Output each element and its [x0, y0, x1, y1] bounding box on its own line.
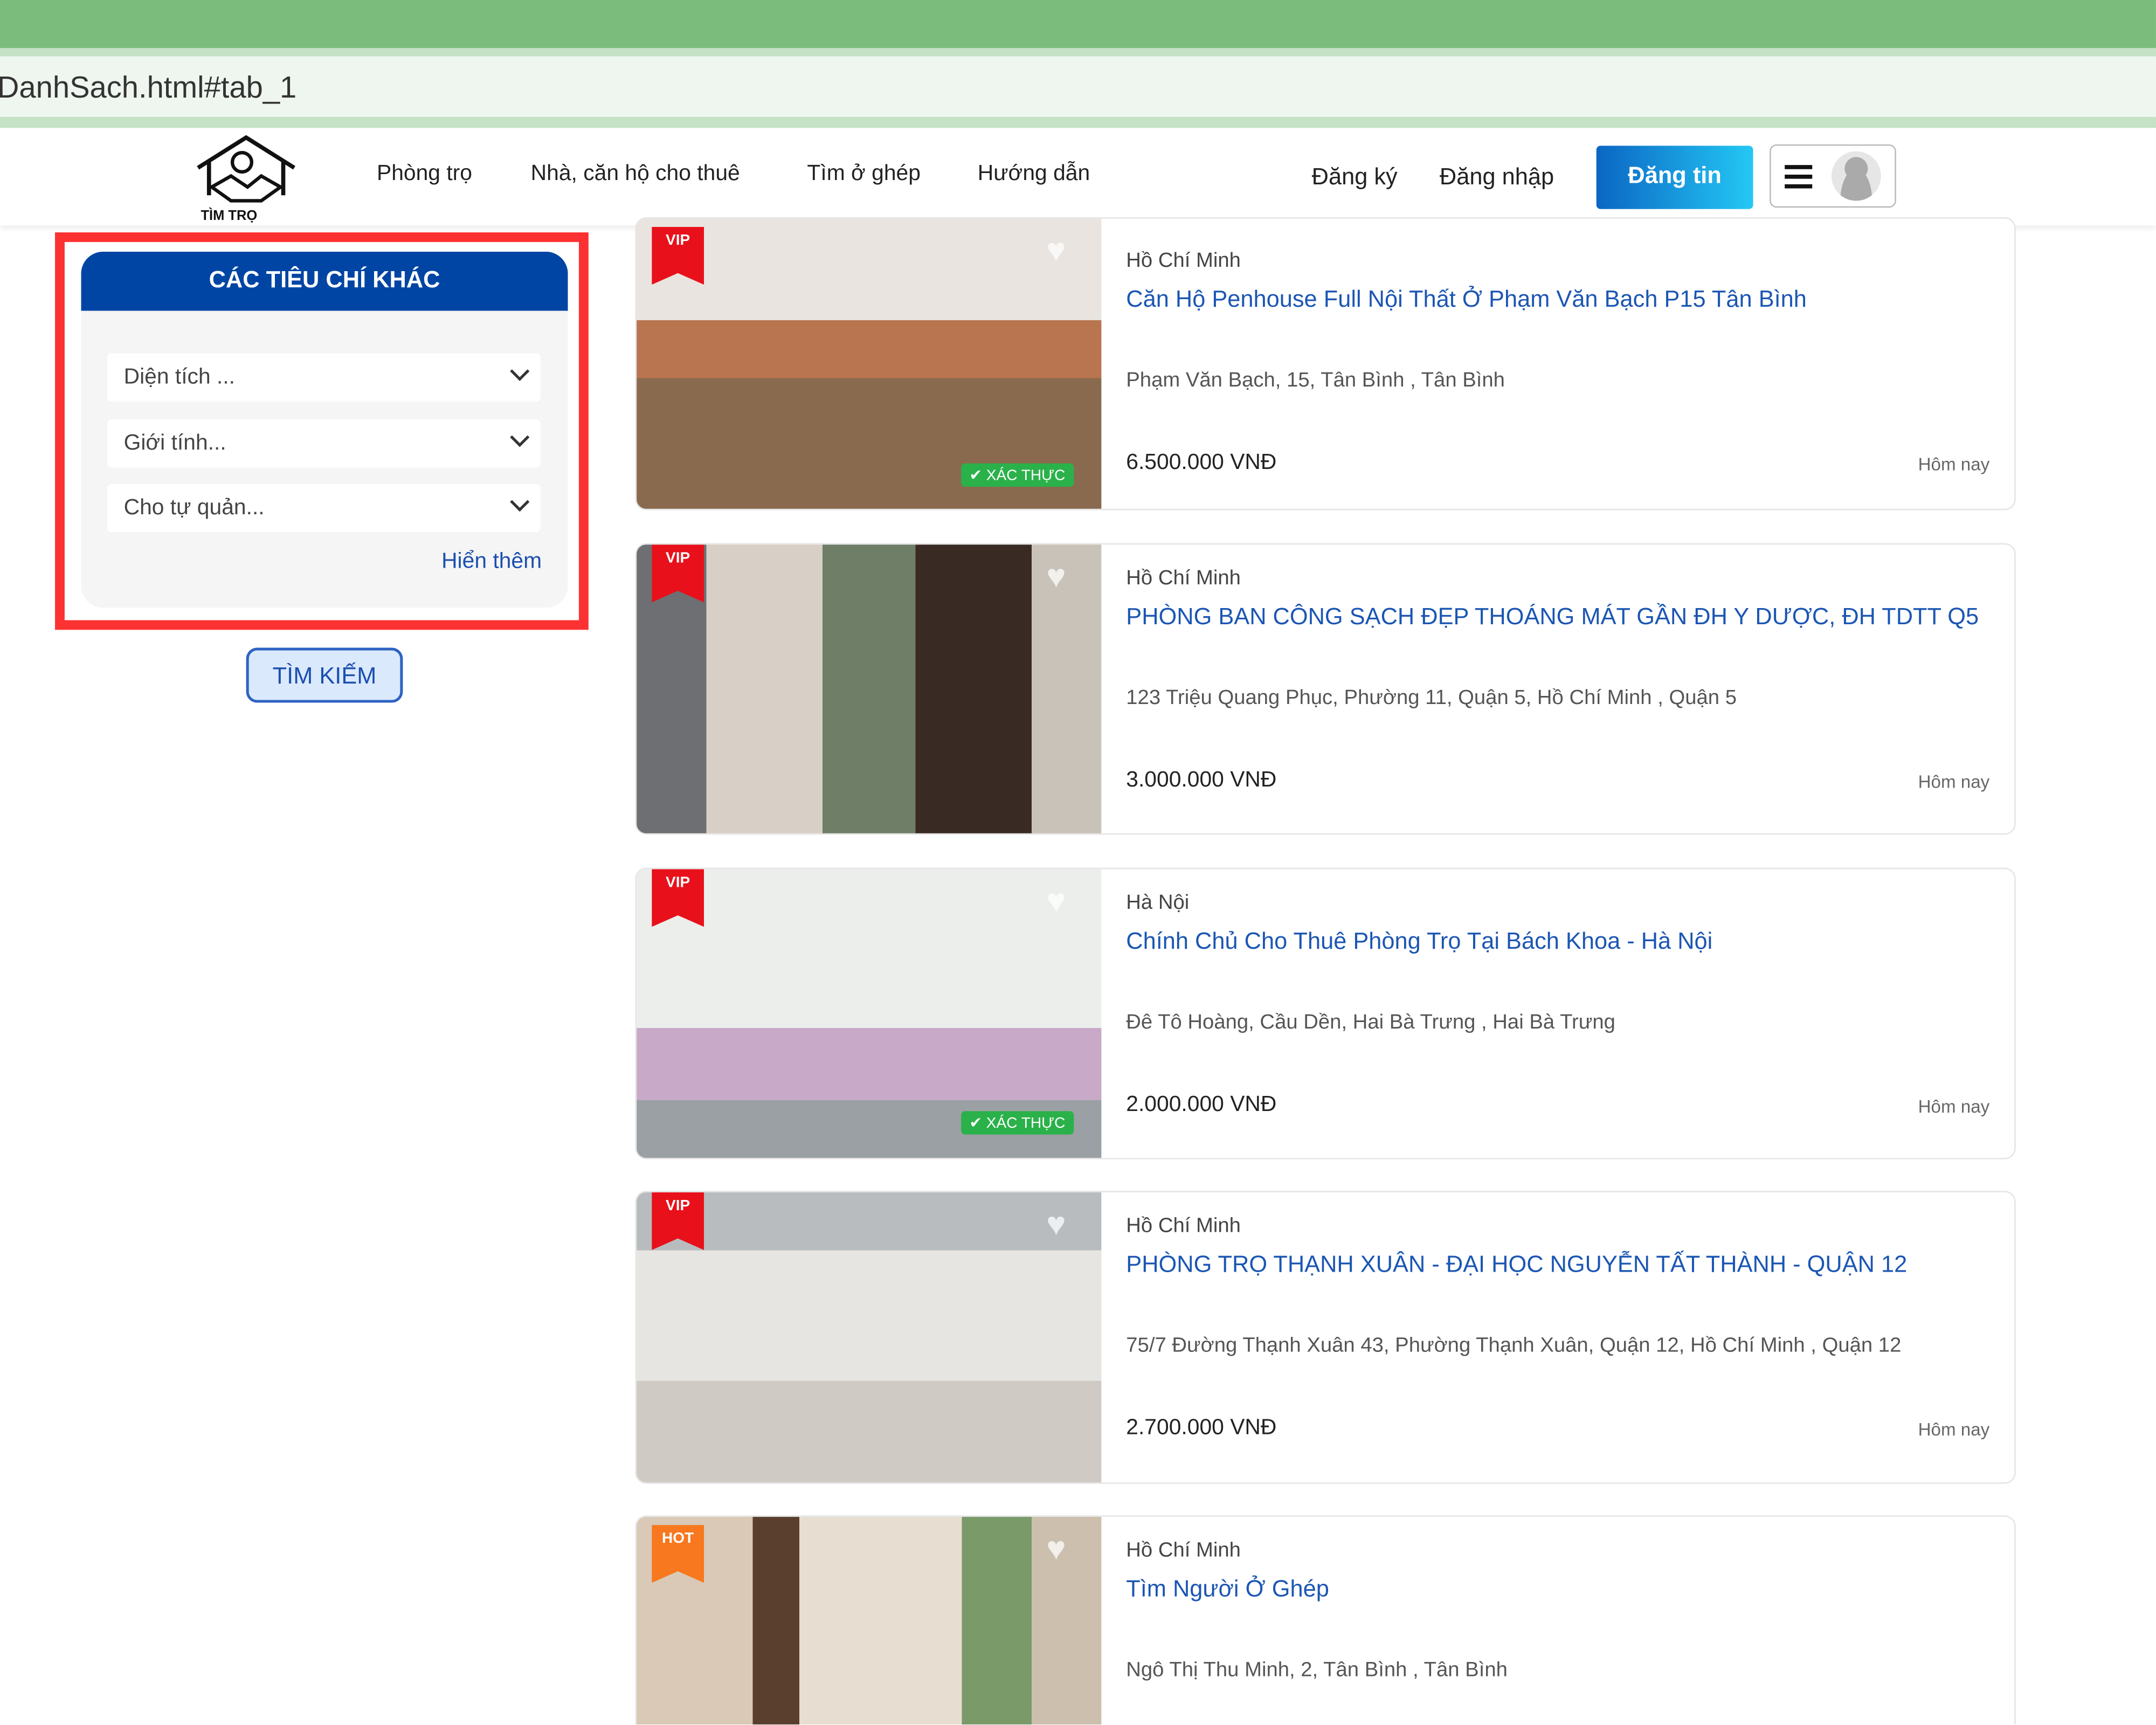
listing-city: Hồ Chí Minh [1126, 249, 1241, 273]
url-field[interactable]: DanhSach.html#tab_1 [0, 56, 2156, 117]
verified-badge: ✔ XÁC THỰC [961, 463, 1074, 487]
listing-photo[interactable] [637, 544, 1102, 833]
verified-badge: ✔ XÁC THỰC [961, 1111, 1074, 1135]
self-managed-select-label: Cho tự quản... [123, 496, 265, 520]
listing-title[interactable]: PHÒNG BAN CÔNG SẠCH ĐẸP THOÁNG MÁT GẦN Đ… [1126, 604, 1979, 631]
login-link[interactable]: Đăng nhập [1440, 164, 1554, 191]
listing-city: Hồ Chí Minh [1126, 1538, 1241, 1562]
search-button[interactable]: TÌM KIẾM [246, 647, 403, 703]
logo-text: TÌM TRỌ [201, 208, 257, 223]
listing-address: 123 Triệu Quang Phục, Phường 11, Quận 5,… [1126, 686, 1737, 710]
listing-price: 6.500.000 VNĐ [1126, 451, 1277, 475]
logo-icon[interactable]: TÌM TRỌ [190, 132, 302, 223]
nav-nha-can-ho[interactable]: Nhà, căn hộ cho thuê [531, 162, 740, 187]
listing-title[interactable]: Chính Chủ Cho Thuê Phòng Trọ Tại Bách Kh… [1126, 928, 1712, 956]
page: DanhSach.html#tab_1 TÌM TRỌ Phòng trọ Nh… [0, 0, 2156, 1724]
listing-city: Hồ Chí Minh [1126, 1214, 1241, 1238]
gender-select-label: Giới tính... [123, 432, 226, 456]
area-select-label: Diện tích ... [123, 365, 236, 389]
avatar [1831, 151, 1881, 201]
heart-icon[interactable]: ♥ [1046, 1206, 1066, 1244]
address-bar: DanhSach.html#tab_1 [0, 48, 2156, 128]
listing-card[interactable]: VIP ♥ Hồ Chí Minh PHÒNG TRỌ THẠNH XUÂN -… [635, 1191, 2016, 1484]
listing-card[interactable]: VIP ♥ ✔ XÁC THỰC Hồ Chí Minh Căn Hộ Penh… [635, 217, 2016, 510]
verified-label: XÁC THỰC [986, 467, 1066, 484]
listing-photo[interactable] [637, 1192, 1102, 1482]
nav-tim-o-ghep[interactable]: Tìm ở ghép [807, 162, 921, 187]
listing-time: Hôm nay [1918, 1096, 1990, 1117]
heart-icon[interactable]: ♥ [1046, 1530, 1066, 1569]
listing-title[interactable]: Căn Hộ Penhouse Full Nội Thất Ở Phạm Văn… [1126, 286, 1807, 314]
listing-price: 2.000.000 VNĐ [1126, 1093, 1277, 1117]
listing-title[interactable]: Tìm Người Ở Ghép [1126, 1576, 1329, 1603]
listing-address: 75/7 Đường Thạnh Xuân 43, Phường Thạnh X… [1126, 1334, 1902, 1357]
nav-huong-dan[interactable]: Hướng dẫn [978, 162, 1090, 187]
self-managed-select[interactable]: Cho tự quản... [107, 484, 541, 533]
chevron-down-icon [510, 492, 530, 512]
area-select[interactable]: Diện tích ... [107, 353, 541, 402]
gender-select[interactable]: Giới tính... [107, 419, 541, 468]
listing-price: 2.700.000 VNĐ [1126, 1416, 1277, 1440]
browser-top-bar [0, 0, 2156, 49]
listing-address: Phạm Văn Bạch, 15, Tân Bình , Tân Bình [1126, 368, 1505, 392]
chevron-down-icon [510, 427, 530, 447]
post-listing-button[interactable]: Đăng tin [1596, 146, 1753, 209]
register-link[interactable]: Đăng ký [1312, 164, 1398, 191]
show-more-link[interactable]: Hiển thêm [441, 550, 542, 575]
listing-card[interactable]: HOT ♥ Hồ Chí Minh Tìm Người Ở Ghép Ngô T… [635, 1515, 2016, 1724]
hamburger-icon [1785, 165, 1813, 194]
heart-icon[interactable]: ♥ [1046, 883, 1066, 921]
listing-time: Hôm nay [1918, 453, 1990, 475]
verified-label: XÁC THỰC [986, 1115, 1066, 1132]
listing-address: Ngô Thị Thu Minh, 2, Tân Bình , Tân Bình [1126, 1658, 1508, 1682]
listing-time: Hôm nay [1918, 771, 1990, 792]
listing-photo[interactable] [637, 1516, 1102, 1724]
chevron-down-icon [510, 361, 530, 381]
listing-card[interactable]: VIP ♥ Hồ Chí Minh PHÒNG BAN CÔNG SẠCH ĐẸ… [635, 543, 2016, 835]
user-menu-button[interactable] [1770, 144, 1896, 208]
listing-city: Hồ Chí Minh [1126, 567, 1241, 590]
listing-address: Đê Tô Hoàng, Cầu Dền, Hai Bà Trưng , Hai… [1126, 1010, 1615, 1034]
filter-panel: CÁC TIÊU CHÍ KHÁC Diện tích ... Giới tín… [81, 251, 568, 608]
navbar: TÌM TRỌ Phòng trọ Nhà, căn hộ cho thuê T… [0, 129, 2156, 226]
heart-icon[interactable]: ♥ [1046, 232, 1066, 271]
listing-title[interactable]: PHÒNG TRỌ THẠNH XUÂN - ĐẠI HỌC NGUYỄN TẤ… [1126, 1251, 1907, 1279]
heart-icon[interactable]: ♥ [1046, 558, 1066, 597]
filter-title: CÁC TIÊU CHÍ KHÁC [81, 251, 568, 311]
url-text: DanhSach.html#tab_1 [0, 70, 297, 105]
listing-city: Hà Nội [1126, 891, 1190, 915]
nav-phong-tro[interactable]: Phòng trọ [377, 162, 472, 187]
listing-time: Hôm nay [1918, 1419, 1990, 1440]
listing-card[interactable]: VIP ♥ ✔ XÁC THỰC Hà Nội Chính Chủ Cho Th… [635, 867, 2016, 1160]
listing-price: 3.000.000 VNĐ [1126, 769, 1277, 792]
